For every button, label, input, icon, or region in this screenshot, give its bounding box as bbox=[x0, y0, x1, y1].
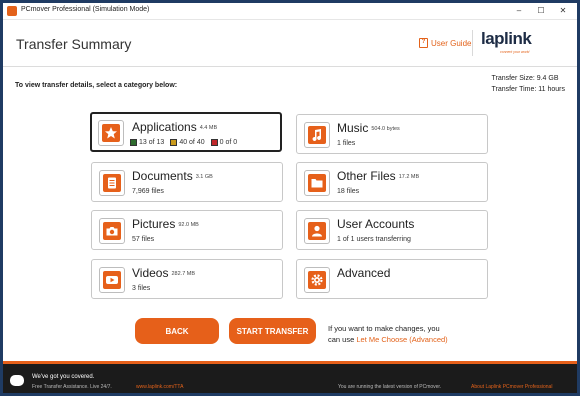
red-status-square bbox=[210, 139, 218, 146]
category-videos[interactable]: Videos 282.7 MB 3 files bbox=[91, 259, 283, 299]
yellow-status-square bbox=[170, 139, 178, 146]
user-icon bbox=[304, 218, 330, 244]
header-divider bbox=[472, 30, 473, 56]
chat-icon[interactable] bbox=[10, 375, 24, 386]
changes-text: If you want to make changes, you bbox=[328, 324, 440, 333]
app-icon bbox=[7, 6, 17, 16]
category-title: Applications bbox=[132, 120, 197, 134]
maximize-button[interactable]: ☐ bbox=[531, 5, 551, 17]
transfer-time: Transfer Time: 11 hours bbox=[491, 86, 565, 93]
green-status-square bbox=[130, 139, 137, 146]
footer-url-link[interactable]: www.laplink.com/TTA bbox=[136, 384, 183, 390]
count-red: 0 of 0 bbox=[219, 139, 238, 146]
laplink-logo: laplink bbox=[481, 29, 532, 48]
category-count: 3 files bbox=[132, 285, 151, 292]
instruction-text: To view transfer details, select a categ… bbox=[15, 82, 178, 89]
category-applications[interactable]: Applications 4.4 MB 13 of 13 40 of 40 0 o… bbox=[90, 112, 282, 152]
category-advanced[interactable]: Advanced bbox=[296, 259, 488, 299]
category-title: Advanced bbox=[337, 266, 391, 280]
changes-hint: If you want to make changes, you can use… bbox=[328, 323, 448, 345]
category-title: Pictures bbox=[132, 217, 176, 231]
category-pictures[interactable]: Pictures 92.0 MB 57 files bbox=[91, 210, 283, 250]
close-button[interactable]: ✕ bbox=[553, 5, 573, 17]
category-title: Other Files bbox=[337, 169, 396, 183]
title-bar: PCmover Professional (Simulation Mode) –… bbox=[3, 3, 577, 20]
category-count: 1 files bbox=[337, 140, 356, 147]
count-green: 13 of 13 bbox=[139, 139, 165, 146]
category-count: 7,969 files bbox=[132, 188, 164, 195]
page-title: Transfer Summary bbox=[16, 36, 132, 52]
category-title: Music bbox=[337, 121, 369, 135]
transfer-size: Transfer Size: 9.4 GB bbox=[491, 75, 559, 82]
start-transfer-button[interactable]: START TRANSFER bbox=[229, 318, 316, 344]
music-note-icon bbox=[304, 122, 330, 148]
folder-icon bbox=[304, 170, 330, 196]
about-link[interactable]: About Laplink PCmover Professional bbox=[471, 384, 552, 390]
document-icon bbox=[99, 170, 125, 196]
gear-icon bbox=[304, 267, 330, 293]
category-title: User Accounts bbox=[337, 217, 415, 231]
let-me-choose-link[interactable]: Let Me Choose (Advanced) bbox=[356, 335, 447, 344]
category-user-accounts[interactable]: User Accounts 1 of 1 users transferring bbox=[296, 210, 488, 250]
book-icon: ? bbox=[419, 38, 428, 48]
transfer-stats: Transfer Size: 9.4 GB Transfer Time: 11 … bbox=[491, 73, 565, 95]
category-count: 18 files bbox=[337, 188, 360, 195]
category-title: Documents bbox=[132, 169, 193, 183]
category-documents[interactable]: Documents 3.1 GB 7,969 files bbox=[91, 162, 283, 202]
footer-heading: We've got you covered. bbox=[32, 374, 95, 380]
changes-prefix: can use bbox=[328, 335, 357, 344]
header: Transfer Summary ? User Guide laplink co… bbox=[3, 20, 577, 67]
count-yellow: 40 of 40 bbox=[179, 139, 205, 146]
back-button[interactable]: BACK bbox=[135, 318, 219, 344]
footer-subtext: Free Transfer Assistance. Live 24/7. bbox=[32, 384, 112, 390]
category-count: 1 of 1 users transferring bbox=[337, 236, 411, 243]
play-icon bbox=[99, 267, 125, 293]
category-count: 57 files bbox=[132, 236, 155, 243]
category-size: 17.2 MB bbox=[398, 173, 420, 180]
footer-accent-bar bbox=[3, 361, 577, 364]
version-status: You are running the latest version of PC… bbox=[338, 384, 442, 390]
logo-tagline: connect your world bbox=[500, 50, 530, 54]
camera-icon bbox=[99, 218, 125, 244]
user-guide-link[interactable]: ? User Guide bbox=[419, 38, 471, 48]
category-title: Videos bbox=[132, 266, 169, 280]
category-music[interactable]: Music 504.0 bytes 1 files bbox=[296, 114, 488, 154]
category-size: 504.0 bytes bbox=[371, 125, 400, 132]
category-size: 4.4 MB bbox=[199, 124, 218, 131]
minimize-button[interactable]: – bbox=[509, 5, 529, 17]
app-counts: 13 of 13 40 of 40 0 of 0 bbox=[130, 139, 237, 146]
star-icon bbox=[98, 120, 124, 146]
app-window: PCmover Professional (Simulation Mode) –… bbox=[3, 3, 577, 393]
category-other-files[interactable]: Other Files 17.2 MB 18 files bbox=[296, 162, 488, 202]
user-guide-label: User Guide bbox=[431, 38, 472, 48]
category-size: 3.1 GB bbox=[195, 173, 213, 180]
window-title: PCmover Professional (Simulation Mode) bbox=[21, 6, 150, 13]
category-size: 282.7 MB bbox=[171, 270, 196, 277]
category-size: 92.0 MB bbox=[178, 221, 199, 228]
